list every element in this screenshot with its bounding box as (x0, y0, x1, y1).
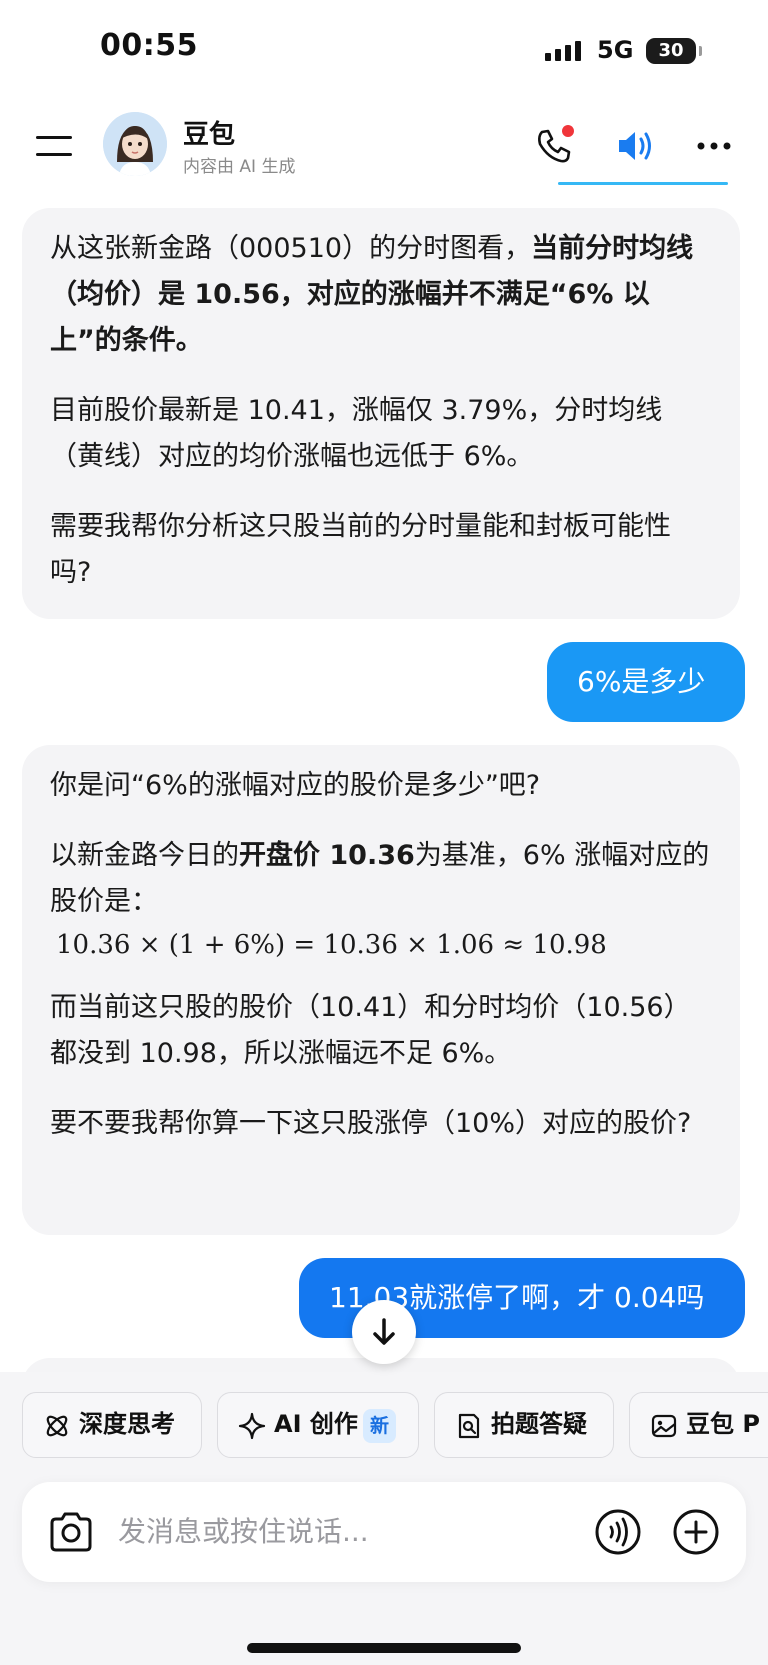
bot-message[interactable]: 你是问“6%的涨幅对应的股价是多少”吧? 以新金路今日的开盘价 10.36为基准… (22, 745, 740, 1235)
battery-icon: 30 (646, 38, 696, 64)
user-message[interactable]: 6%是多少 (547, 642, 745, 722)
bot-message[interactable]: 从这张新金路（000510）的分时图看，当前分时均线（均价）是 10.56，对应… (22, 208, 740, 619)
status-time: 00:55 (100, 28, 198, 63)
chip-doubao-p[interactable]: 豆包 P (629, 1392, 768, 1458)
speaker-icon[interactable] (614, 124, 658, 168)
message-paragraph: 需要我帮你分析这只股当前的分时量能和封板可能性吗? (50, 511, 671, 588)
chip-ai-create[interactable]: AI 创作 新 (217, 1392, 419, 1458)
voice-call-icon[interactable] (594, 1508, 642, 1556)
bot-avatar[interactable] (103, 112, 167, 176)
message-paragraph: 要不要我帮你算一下这只股涨停（10%）对应的股价? (50, 1108, 692, 1139)
message-paragraph: 以新金路今日的开盘价 10.36为基准，6% 涨幅对应的股价是： (50, 840, 710, 917)
image-edit-icon (651, 1414, 677, 1438)
phone-call-icon[interactable] (532, 124, 576, 168)
chat-header: 豆包 内容由 AI 生成 (0, 100, 768, 195)
camera-icon[interactable] (48, 1510, 94, 1554)
chip-deep-thinking[interactable]: 深度思考 (22, 1392, 202, 1458)
message-input-bar: 发消息或按住说话... (22, 1482, 746, 1582)
quick-action-chips: 深度思考 AI 创作 新 拍题答疑 豆包 P (0, 1392, 768, 1462)
message-paragraph: 从这张新金路（000510）的分时图看，当前分时均线（均价）是 10.56，对应… (50, 233, 694, 356)
network-type: 5G (597, 36, 634, 64)
new-badge: 新 (363, 1409, 397, 1443)
header-underline (558, 182, 728, 185)
sparkle-icon (238, 1412, 266, 1440)
menu-button[interactable] (36, 134, 72, 158)
status-bar: 00:55 5G 30 (0, 0, 768, 100)
message-paragraph: 你是问“6%的涨幅对应的股价是多少”吧? (50, 770, 541, 801)
ai-generated-note: 内容由 AI 生成 (183, 157, 296, 177)
message-input[interactable]: 发消息或按住说话... (118, 1510, 369, 1554)
message-paragraph: 目前股价最新是 10.41，涨幅仅 3.79%，分时均线（黄线）对应的均价涨幅也… (50, 395, 663, 472)
more-options-icon[interactable] (694, 124, 738, 168)
home-indicator (247, 1643, 521, 1653)
scroll-to-bottom-button[interactable] (352, 1300, 416, 1364)
bot-name: 豆包 (183, 120, 236, 150)
battery-cap (699, 46, 702, 56)
atom-icon (46, 1415, 68, 1437)
add-attachment-icon[interactable] (672, 1508, 720, 1556)
bold-text: 开盘价 10.36 (239, 840, 415, 871)
arrow-down-icon (373, 1318, 395, 1345)
chip-photo-question[interactable]: 拍题答疑 (434, 1392, 614, 1458)
message-paragraph: 而当前这只股的股价（10.41）和分时均价（10.56）都没到 10.98，所以… (50, 992, 691, 1069)
math-formula: 10.36 × (1 + 6%) = 10.36 × 1.06 ≈ 10.98 (56, 930, 607, 960)
photo-question-icon (458, 1413, 480, 1439)
cellular-signal-icon (545, 39, 585, 61)
